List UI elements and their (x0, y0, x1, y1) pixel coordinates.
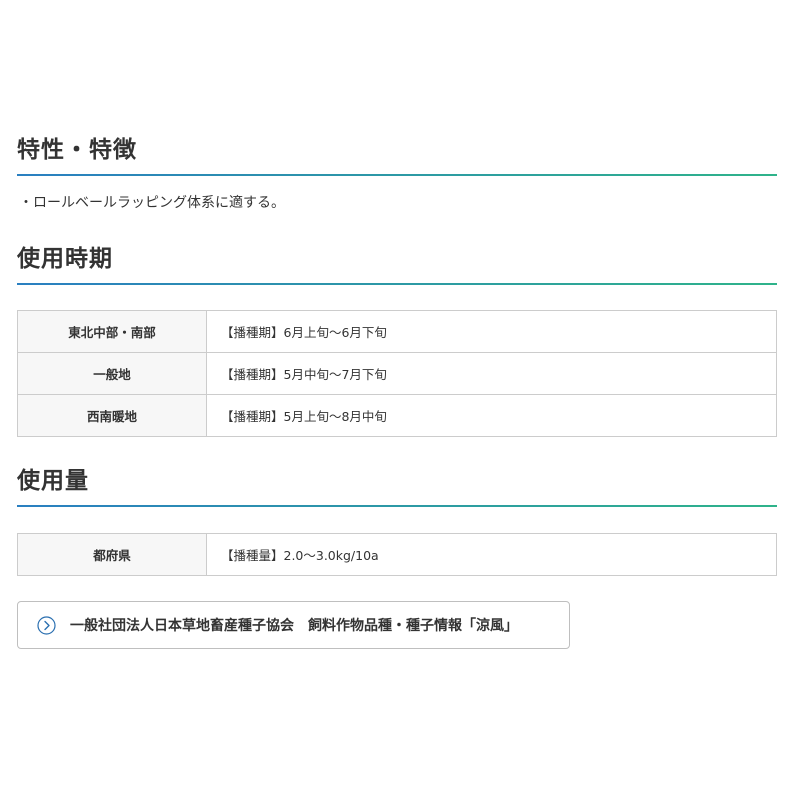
region-label-cell: 一般地 (17, 352, 207, 395)
sowing-amount-cell: 【播種量】2.0～3.0kg/10a (206, 533, 777, 576)
section-title-features: 特性・特徴 (17, 137, 137, 163)
usage-period-table: 東北中部・南部 【播種期】6月上旬～6月下旬 一般地 【播種期】5月中旬～7月下… (17, 310, 777, 437)
section-title-usage-period: 使用時期 (17, 246, 113, 272)
table-row: 東北中部・南部 【播種期】6月上旬～6月下旬 (17, 310, 777, 353)
table-row: 西南暖地 【播種期】5月上旬～8月中旬 (17, 394, 777, 437)
section-divider (17, 505, 777, 507)
section-divider (17, 283, 777, 285)
sowing-period-cell: 【播種期】6月上旬～6月下旬 (206, 310, 777, 353)
section-divider (17, 174, 777, 176)
table-row: 都府県 【播種量】2.0～3.0kg/10a (17, 533, 777, 576)
feature-bullet-text: ・ロールベールラッピング体系に適する。 (19, 195, 285, 211)
external-link-button[interactable]: 一般社団法人日本草地畜産種子協会 飼料作物品種・種子情報「涼風」 (17, 601, 570, 649)
chevron-right-circle-icon (37, 615, 56, 635)
external-link-text[interactable]: 一般社団法人日本草地畜産種子協会 飼料作物品種・種子情報「涼風」 (70, 615, 518, 635)
usage-amount-table: 都府県 【播種量】2.0～3.0kg/10a (17, 533, 777, 576)
section-title-usage-amount: 使用量 (17, 468, 89, 494)
table-row: 一般地 【播種期】5月中旬～7月下旬 (17, 352, 777, 395)
region-label-cell: 西南暖地 (17, 394, 207, 437)
sowing-period-cell: 【播種期】5月中旬～7月下旬 (206, 352, 777, 395)
region-label-cell: 都府県 (17, 533, 207, 576)
region-label-cell: 東北中部・南部 (17, 310, 207, 353)
sowing-period-cell: 【播種期】5月上旬～8月中旬 (206, 394, 777, 437)
